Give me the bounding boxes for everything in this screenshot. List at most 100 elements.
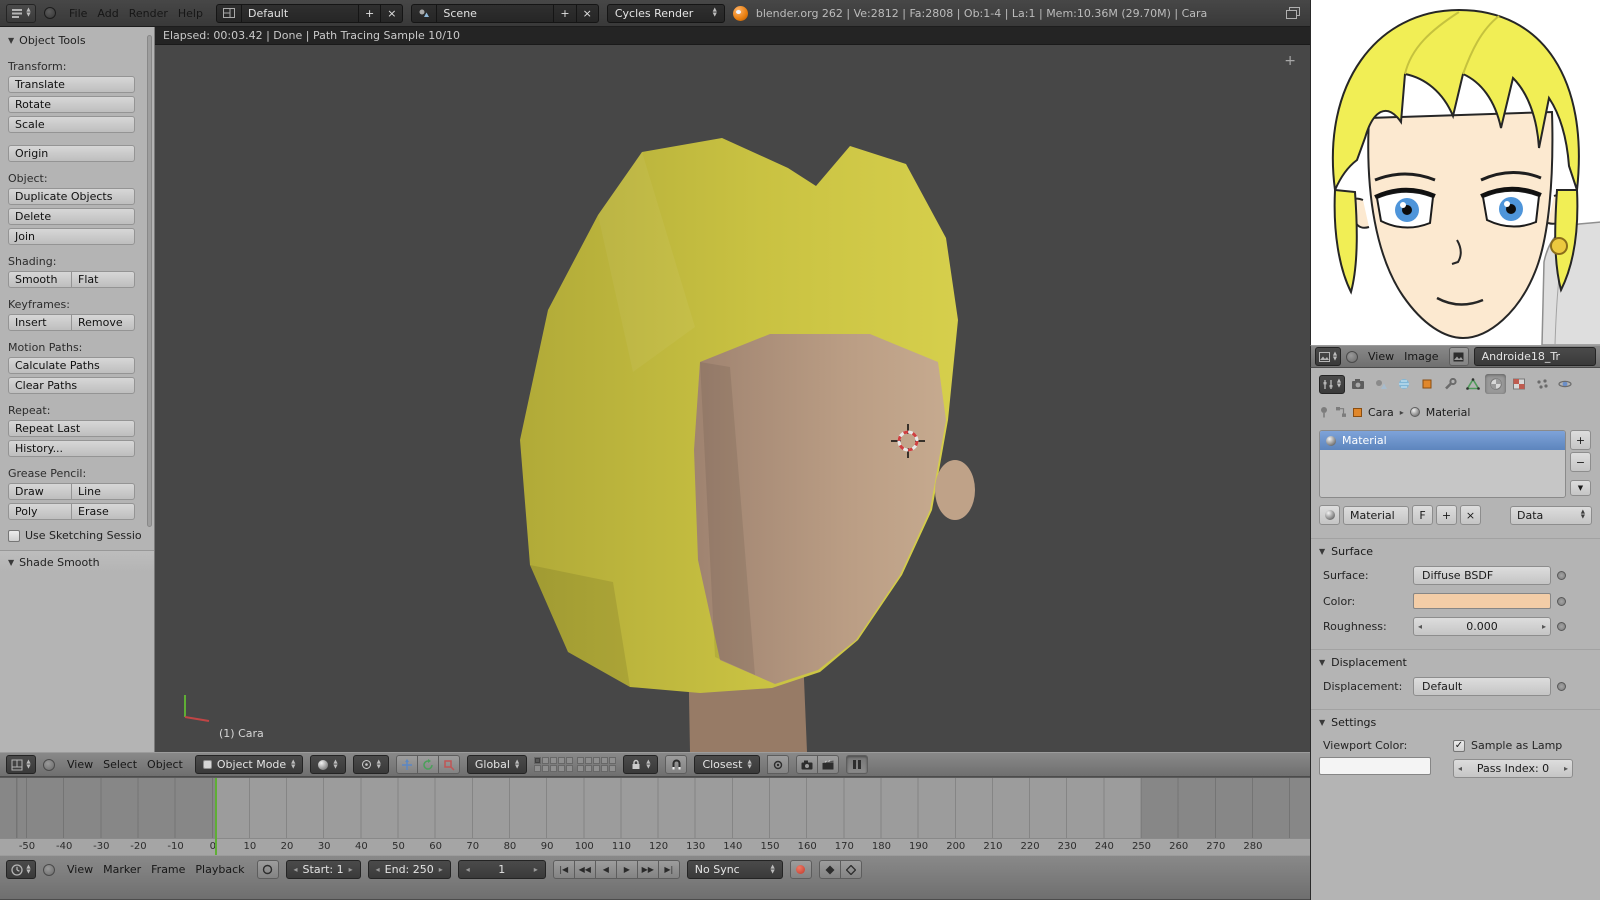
- sample-as-lamp-checkbox[interactable]: ✓ Sample as Lamp: [1453, 739, 1592, 752]
- tool-button-duplicate-objects[interactable]: Duplicate Objects: [8, 188, 135, 205]
- preview-range-icon[interactable]: [257, 860, 279, 879]
- scene-icon[interactable]: [411, 4, 437, 23]
- snap-target-dropdown[interactable]: Closest ▲▼: [694, 755, 759, 774]
- tab-modifiers-icon[interactable]: [1439, 374, 1460, 394]
- screen-layout-name[interactable]: Default: [241, 4, 359, 23]
- tool-button-calculate-paths[interactable]: Calculate Paths: [8, 357, 135, 374]
- image-name-field[interactable]: Androide18_Tr: [1474, 347, 1596, 366]
- layer-toggle[interactable]: [593, 757, 600, 764]
- collapse-menus-icon[interactable]: [43, 864, 55, 876]
- layer-toggle[interactable]: [542, 757, 549, 764]
- menu-add[interactable]: Add: [92, 7, 123, 20]
- stepper-left-icon[interactable]: ◂: [1458, 764, 1462, 773]
- next-keyframe-icon[interactable]: ▶▶: [637, 860, 659, 879]
- orientation-dropdown[interactable]: Global ▲▼: [467, 755, 527, 774]
- tab-world-icon[interactable]: [1393, 374, 1414, 394]
- snap-self-icon[interactable]: [767, 755, 789, 774]
- tool-button-erase[interactable]: Erase: [72, 503, 135, 520]
- current-frame-field[interactable]: ◂ 1 ▸: [458, 860, 546, 879]
- scale-manipulator-icon[interactable]: [438, 755, 460, 774]
- menu-view[interactable]: View: [1363, 350, 1399, 363]
- editor-type-button[interactable]: ▲▼: [1319, 375, 1345, 394]
- tool-button-origin[interactable]: Origin: [8, 145, 135, 162]
- tab-physics-icon[interactable]: [1554, 374, 1575, 394]
- fake-user-button[interactable]: F: [1412, 505, 1433, 525]
- breadcrumb-material[interactable]: Material: [1426, 406, 1471, 419]
- render-still-camera-icon[interactable]: [796, 755, 818, 774]
- screen-layout-icon[interactable]: [216, 4, 242, 23]
- tab-render-icon[interactable]: [1347, 374, 1368, 394]
- tool-button-clear-paths[interactable]: Clear Paths: [8, 377, 135, 394]
- tab-data-icon[interactable]: [1462, 374, 1483, 394]
- stepper-left-icon[interactable]: ◂: [466, 865, 470, 874]
- tool-shelf-scrollbar[interactable]: [147, 35, 152, 527]
- node-socket-icon[interactable]: [1557, 597, 1566, 606]
- layer-toggle[interactable]: [534, 765, 541, 772]
- region-expand-icon[interactable]: +: [1284, 53, 1296, 69]
- tool-button-insert[interactable]: Insert: [8, 314, 72, 331]
- record-icon[interactable]: [790, 860, 812, 879]
- surface-panel-header[interactable]: ▼ Surface: [1311, 538, 1600, 558]
- stepper-right-icon[interactable]: ▸: [534, 865, 538, 874]
- editor-type-button[interactable]: ▲▼: [6, 755, 36, 774]
- collapse-menus-icon[interactable]: [1346, 351, 1358, 363]
- delete-keyframe-icon[interactable]: [840, 860, 862, 879]
- surface-dropdown[interactable]: Diffuse BSDF: [1413, 566, 1551, 585]
- tool-button-line[interactable]: Line: [72, 483, 135, 500]
- translate-manipulator-icon[interactable]: [396, 755, 418, 774]
- pivot-point-dropdown[interactable]: ▲▼: [353, 755, 389, 774]
- layer-toggle[interactable]: [534, 757, 541, 764]
- jump-end-icon[interactable]: ▶|: [658, 860, 680, 879]
- settings-panel-header[interactable]: ▼ Settings: [1311, 709, 1600, 729]
- browse-image-icon[interactable]: [1449, 347, 1469, 366]
- layer-toggle[interactable]: [577, 757, 584, 764]
- menu-frame[interactable]: Frame: [146, 863, 190, 876]
- image-editor[interactable]: [1310, 0, 1600, 345]
- layer-toggle[interactable]: [558, 757, 565, 764]
- scene-name[interactable]: Scene: [436, 4, 554, 23]
- timeline-ruler[interactable]: -50-40-30-20-100102030405060708090100110…: [0, 838, 1310, 855]
- layer-toggle[interactable]: [585, 757, 592, 764]
- displacement-panel-header[interactable]: ▼ Displacement: [1311, 649, 1600, 669]
- timeline[interactable]: -50-40-30-20-100102030405060708090100110…: [0, 777, 1310, 855]
- node-socket-icon[interactable]: [1557, 622, 1566, 631]
- viewport-shading-dropdown[interactable]: ▲▼: [310, 755, 345, 774]
- object-tools-panel-header[interactable]: ▼ Object Tools: [8, 31, 146, 50]
- timeline-band[interactable]: [0, 778, 1310, 838]
- snap-magnet-icon[interactable]: [665, 755, 687, 774]
- tab-material-icon[interactable]: [1485, 374, 1506, 394]
- viewport-color-swatch[interactable]: [1319, 757, 1431, 775]
- layer-toggle[interactable]: [577, 765, 584, 772]
- material-name-field[interactable]: Material: [1343, 506, 1409, 525]
- layer-toggle[interactable]: [550, 757, 557, 764]
- new-material-button[interactable]: +: [1436, 505, 1457, 525]
- play-reverse-icon[interactable]: ◀: [595, 860, 617, 879]
- end-frame-field[interactable]: ◂ End: 250 ▸: [368, 860, 451, 879]
- mode-dropdown[interactable]: Object Mode ▲▼: [195, 755, 304, 774]
- sync-dropdown[interactable]: No Sync ▲▼: [687, 860, 783, 879]
- menu-image[interactable]: Image: [1399, 350, 1443, 363]
- editor-type-button[interactable]: ▲▼: [6, 860, 36, 879]
- tool-button-repeat-last[interactable]: Repeat Last: [8, 420, 135, 437]
- tool-button-delete[interactable]: Delete: [8, 208, 135, 225]
- play-icon[interactable]: ▶: [616, 860, 638, 879]
- stepper-left-icon[interactable]: ◂: [294, 865, 298, 874]
- tool-button-draw[interactable]: Draw: [8, 483, 72, 500]
- layer-toggle[interactable]: [585, 765, 592, 772]
- current-frame-line[interactable]: [215, 778, 217, 855]
- stepper-left-icon[interactable]: ◂: [1418, 622, 1422, 631]
- viewport-canvas[interactable]: [155, 45, 1310, 752]
- menu-marker[interactable]: Marker: [98, 863, 146, 876]
- tool-button-remove[interactable]: Remove: [72, 314, 135, 331]
- viewport-3d[interactable]: Elapsed: 00:03.42 | Done | Path Tracing …: [155, 27, 1310, 752]
- layer-toggle[interactable]: [609, 765, 616, 772]
- menu-playback[interactable]: Playback: [190, 863, 249, 876]
- window-icon[interactable]: [1286, 7, 1300, 19]
- roughness-slider[interactable]: ◂ 0.000 ▸: [1413, 617, 1551, 636]
- tool-button-flat[interactable]: Flat: [72, 271, 135, 288]
- sketching-session-checkbox[interactable]: Use Sketching Sessio: [8, 529, 146, 542]
- node-socket-icon[interactable]: [1557, 682, 1566, 691]
- editor-type-button[interactable]: ▲▼: [1315, 347, 1341, 366]
- tab-object-icon[interactable]: [1416, 374, 1437, 394]
- tool-button-rotate[interactable]: Rotate: [8, 96, 135, 113]
